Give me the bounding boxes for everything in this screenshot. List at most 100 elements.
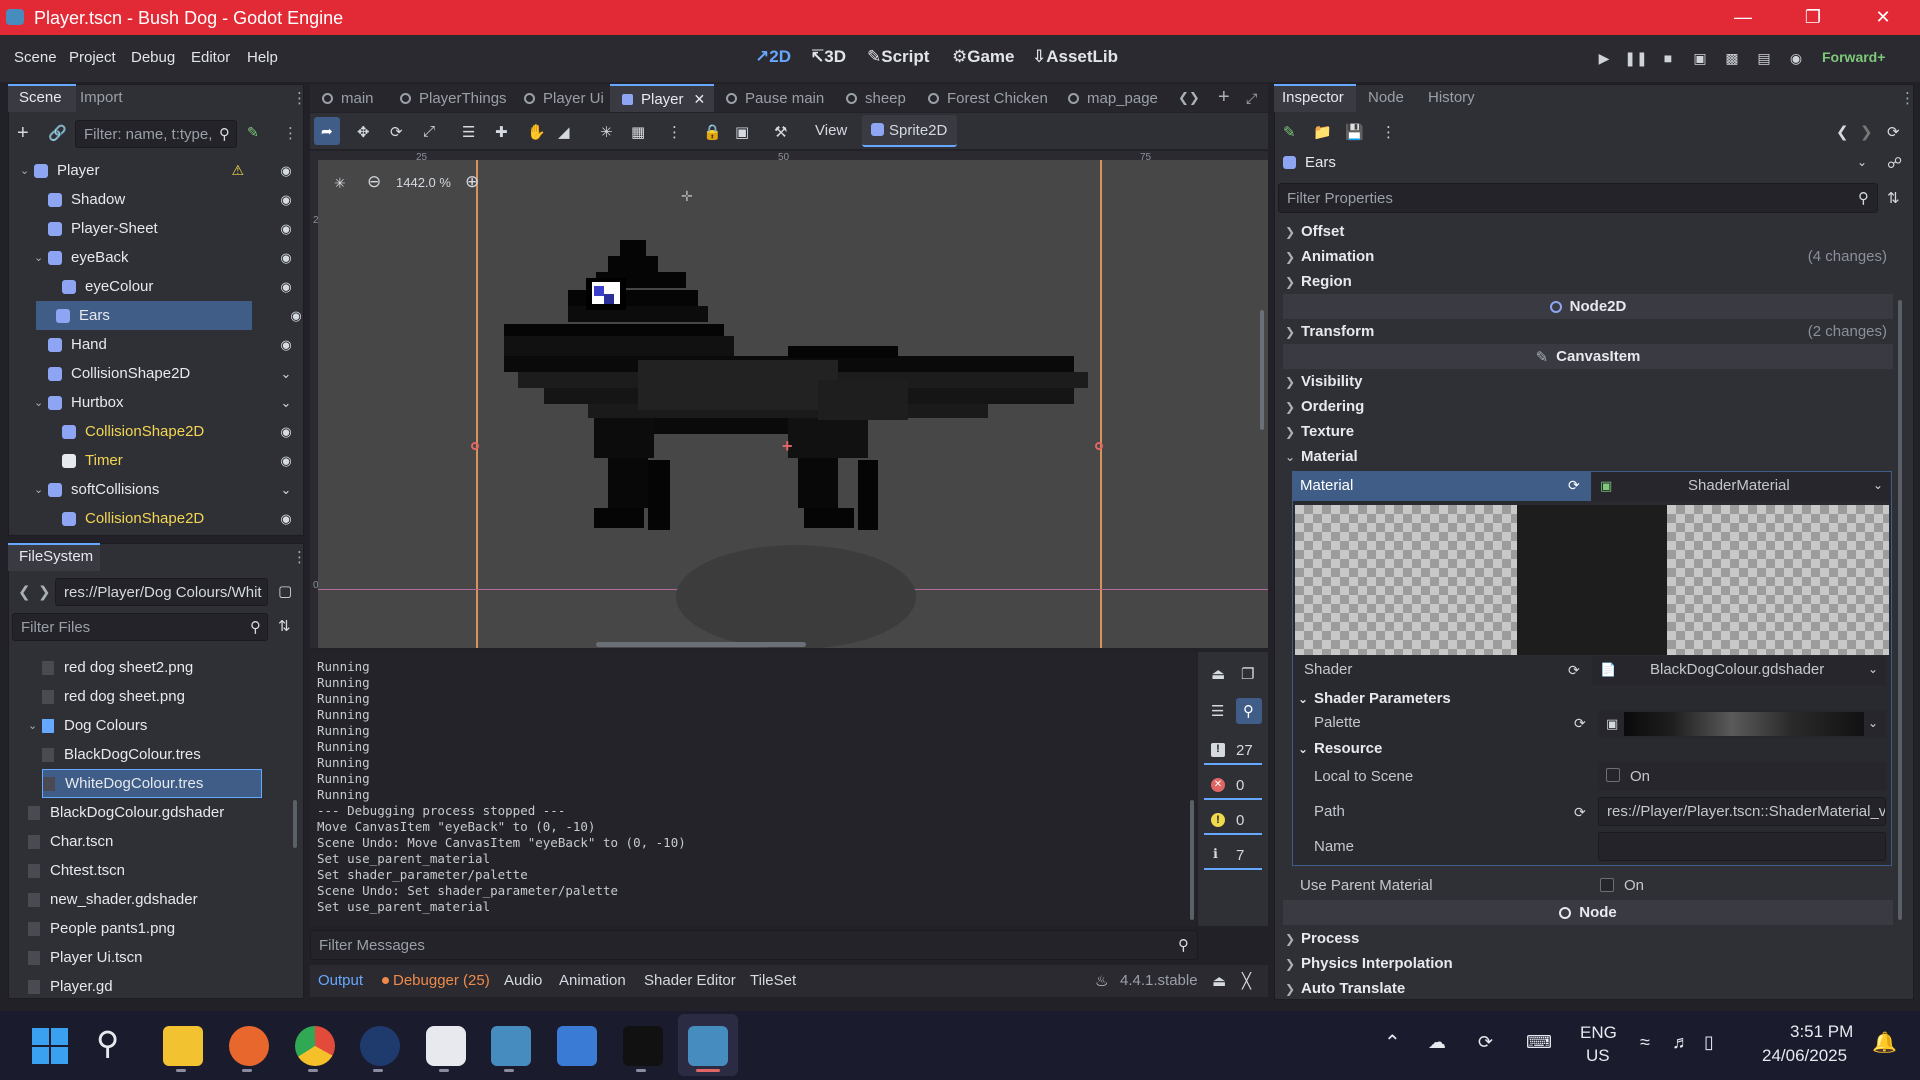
back-icon[interactable]: ❮: [18, 583, 31, 601]
menu-editor[interactable]: Editor: [191, 49, 230, 66]
chevron-down-icon[interactable]: ⌄: [34, 396, 48, 409]
scene-filter-input[interactable]: Filter: name, t:type, ⚲: [75, 120, 237, 148]
language-eng[interactable]: ENG: [1580, 1023, 1617, 1043]
section-physics-interpolation[interactable]: ❯ Physics Interpolation: [1283, 951, 1893, 976]
chevron-down-icon[interactable]: ⌄: [34, 483, 48, 496]
visibility-icon[interactable]: ⌄: [278, 482, 294, 498]
forward-icon[interactable]: ❯: [38, 583, 51, 601]
fs-item[interactable]: Chtest.tscn: [28, 856, 133, 885]
filter-messages-input[interactable]: Filter Messages ⚲: [310, 930, 1198, 960]
chevron-up-icon[interactable]: ⌃: [1384, 1030, 1401, 1055]
menu-debug[interactable]: Debug: [131, 49, 175, 66]
firefox-icon[interactable]: [229, 1026, 269, 1066]
clock-date[interactable]: 24/06/2025: [1762, 1046, 1847, 1066]
section-offset[interactable]: ❯ Offset: [1283, 219, 1893, 244]
visibility-icon[interactable]: ◉: [278, 250, 294, 266]
handle-right[interactable]: [1095, 442, 1103, 450]
visibility-icon[interactable]: ◉: [278, 453, 294, 469]
visibility-icon[interactable]: ⌄: [278, 366, 294, 382]
visibility-icon[interactable]: ◉: [278, 279, 294, 295]
zoom-in-icon[interactable]: ⊕: [465, 172, 479, 192]
revert-icon[interactable]: ⟳: [1568, 662, 1580, 679]
fs-item[interactable]: WhiteDogColour.tres: [42, 769, 262, 798]
tab-audio[interactable]: Audio: [504, 972, 542, 989]
workspace-3d-button[interactable]: ↸3D: [810, 47, 846, 67]
section-resource[interactable]: ⌄ Resource: [1296, 736, 1886, 761]
lock-icon[interactable]: 🔒: [703, 123, 722, 141]
section-material[interactable]: ⌄ Material: [1283, 444, 1893, 469]
scene-tab[interactable]: Player ✕: [610, 84, 714, 112]
tab-debugger[interactable]: Debugger (25): [393, 972, 490, 989]
output-scrollbar[interactable]: [1190, 800, 1194, 920]
smart-snap-icon[interactable]: ✳: [600, 123, 613, 141]
menu-help[interactable]: Help: [247, 49, 278, 66]
canvas-viewport[interactable]: + ✛ ✳ ⊖ 1442.0 % ⊕: [318, 160, 1268, 648]
copy-output-icon[interactable]: ❐: [1241, 665, 1254, 683]
tab-tileset[interactable]: TileSet: [750, 972, 796, 989]
viewport-h-scrollbar[interactable]: [596, 642, 806, 647]
sort-icon[interactable]: ⇅: [278, 617, 291, 635]
warning-icon[interactable]: ⚠: [231, 162, 244, 179]
menu-scene[interactable]: Scene: [14, 49, 57, 66]
scene-tree-node[interactable]: CollisionShape2D ⌄: [14, 359, 304, 388]
minimize-button[interactable]: —: [1714, 0, 1772, 35]
scene-tree-node[interactable]: Player-Sheet ◉: [14, 214, 304, 243]
chevron-down-icon[interactable]: ⌄: [20, 164, 34, 177]
scene-tree-node[interactable]: Hand ◉: [14, 330, 304, 359]
extra-options-icon[interactable]: ⋮: [1381, 123, 1396, 141]
fs-item[interactable]: new_shader.gdshader: [28, 885, 206, 914]
tab-animation[interactable]: Animation: [559, 972, 626, 989]
workspace-script-button[interactable]: ✎Script: [867, 47, 929, 67]
visibility-icon[interactable]: ◉: [278, 337, 294, 353]
renderer-select[interactable]: Forward+: [1822, 49, 1885, 65]
fs-scrollbar[interactable]: [293, 800, 297, 848]
section-process[interactable]: ❯ Process: [1283, 926, 1893, 951]
scene-tree-node[interactable]: Shadow ◉: [14, 185, 304, 214]
play-custom-scene-icon[interactable]: ▤: [1754, 49, 1774, 67]
visibility-icon[interactable]: ◉: [278, 424, 294, 440]
tab-history[interactable]: History: [1428, 89, 1475, 106]
zoom-level[interactable]: 1442.0 %: [396, 175, 451, 190]
tab-import[interactable]: Import: [80, 89, 123, 106]
zoom-out-icon[interactable]: ⊖: [367, 172, 381, 192]
visibility-icon[interactable]: ◉: [278, 163, 294, 179]
distraction-free-icon[interactable]: ⤢: [1246, 90, 1257, 107]
scene-tree-node[interactable]: Ears ◉: [36, 301, 302, 330]
notifications-icon[interactable]: 🔔: [1872, 1030, 1897, 1055]
section-visibility[interactable]: ❯ Visibility: [1283, 369, 1893, 394]
list-select-icon[interactable]: ☰: [462, 123, 475, 141]
add-tab-icon[interactable]: +: [1218, 86, 1230, 109]
visibility-icon[interactable]: ◉: [278, 221, 294, 237]
property-sort-icon[interactable]: ⇅: [1887, 189, 1900, 207]
path-input[interactable]: res://Player/Player.tscn::ShaderMaterial…: [1598, 797, 1886, 826]
inspector-scrollbar[interactable]: [1898, 300, 1902, 920]
name-input[interactable]: [1598, 832, 1886, 861]
godot-taskbar-icon[interactable]: [491, 1026, 531, 1066]
close-tab-icon[interactable]: ✕: [694, 91, 706, 108]
tab-shader-editor[interactable]: Shader Editor: [644, 972, 736, 989]
visibility-icon[interactable]: ◉: [278, 192, 294, 208]
tab-output[interactable]: Output: [318, 972, 363, 989]
collapse-icon[interactable]: ☰: [1211, 702, 1224, 720]
movie-maker-icon[interactable]: ◉: [1786, 49, 1806, 67]
wifi-icon[interactable]: ≈: [1640, 1032, 1650, 1053]
file-explorer-icon[interactable]: [163, 1026, 203, 1066]
language-us[interactable]: US: [1586, 1046, 1610, 1066]
expand-panel-icon[interactable]: ╳: [1242, 972, 1251, 990]
section-transform[interactable]: ❯ Transform (2 changes): [1283, 319, 1893, 344]
ruler-icon[interactable]: ◢: [558, 123, 570, 141]
version-label[interactable]: 4.4.1.stable: [1120, 972, 1198, 989]
grid-snap-icon[interactable]: ▦: [631, 123, 645, 141]
open-folder-icon[interactable]: 📁: [1313, 123, 1332, 141]
scene-tab[interactable]: Forest Chicken: [916, 84, 1056, 112]
object-history-icon[interactable]: ⟳: [1887, 123, 1900, 141]
viewport-v-scrollbar[interactable]: [1260, 310, 1264, 430]
play-icon[interactable]: ▶: [1594, 49, 1614, 67]
fs-item[interactable]: BlackDogColour.tres: [42, 740, 209, 769]
fs-item[interactable]: Player Ui.tscn: [28, 943, 151, 972]
fs-item[interactable]: People pants1.png: [28, 914, 183, 943]
scene-tab[interactable]: Player Ui: [512, 84, 610, 112]
battery-icon[interactable]: ▯: [1704, 1032, 1714, 1053]
update-spinner-icon[interactable]: ♨: [1095, 972, 1108, 990]
scene-tree-node[interactable]: CollisionShape2D ◉: [14, 504, 304, 533]
